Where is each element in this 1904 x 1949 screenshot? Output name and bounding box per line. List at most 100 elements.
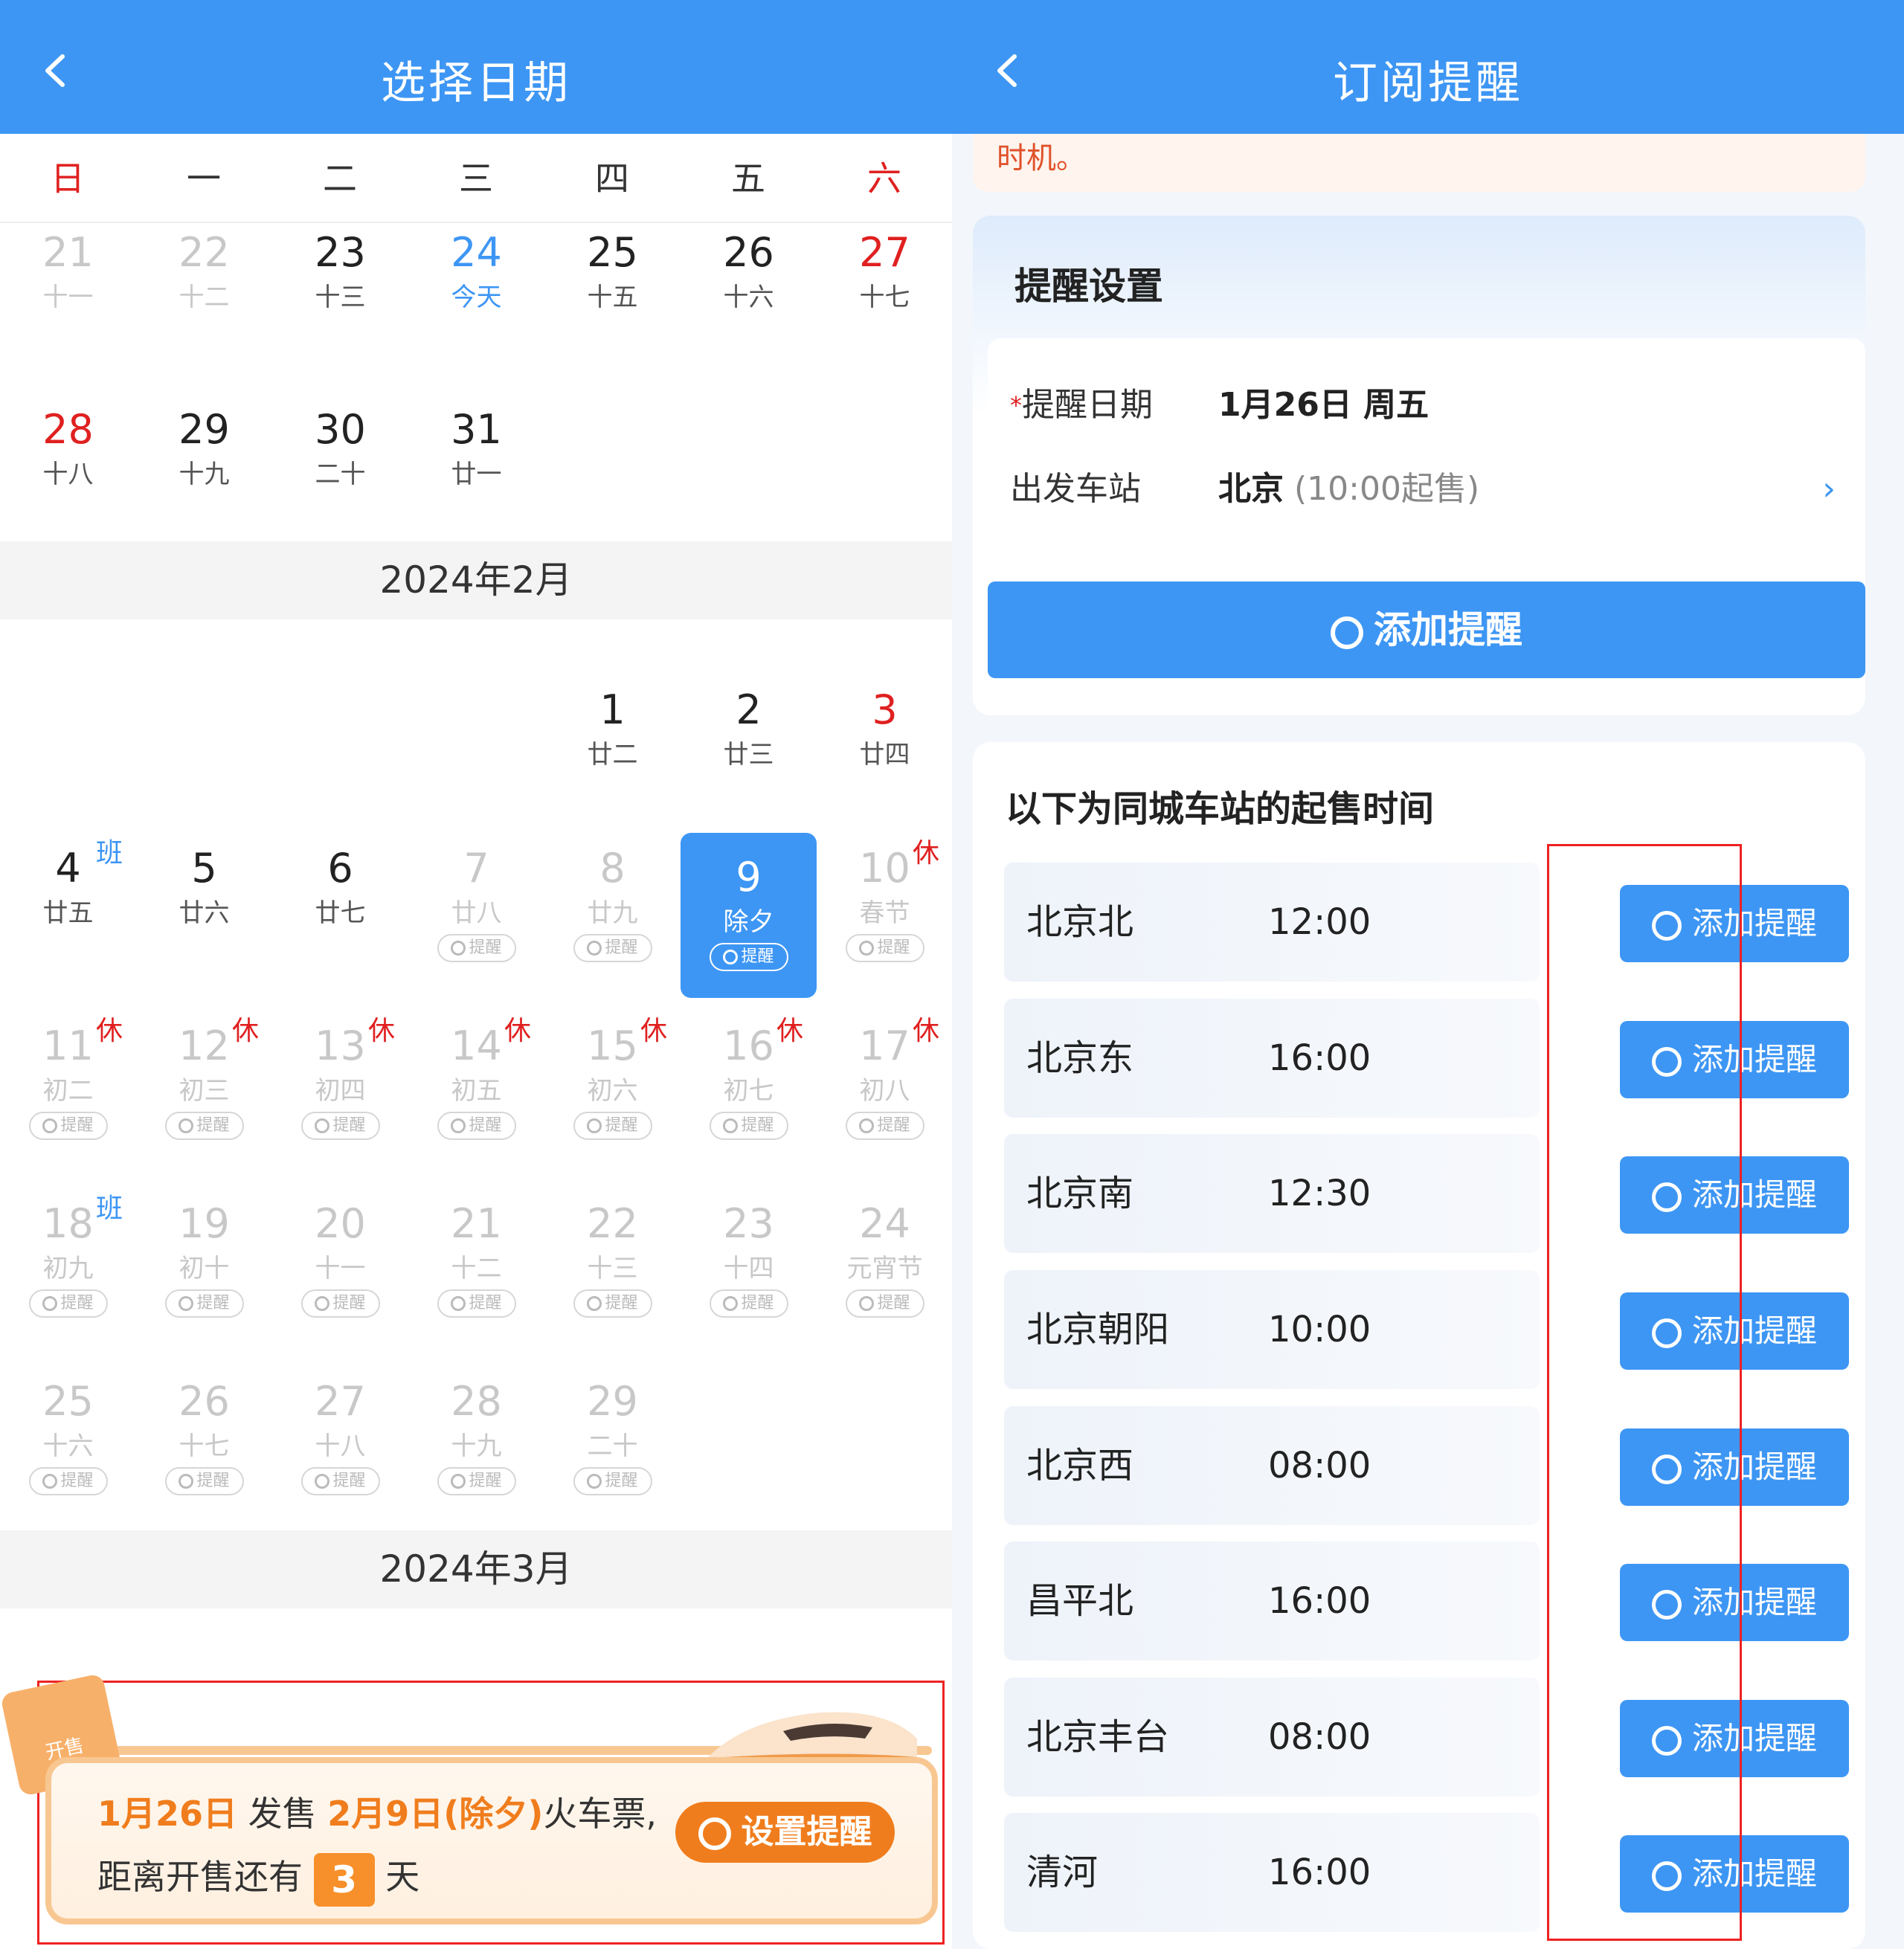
day-cell[interactable]: 28 十九 提醒 — [408, 1357, 544, 1528]
remind-chip[interactable]: 提醒 — [437, 934, 516, 962]
day-cell[interactable]: 27 十八 提醒 — [272, 1357, 408, 1528]
day-cell[interactable]: 25 十六 提醒 — [0, 1357, 136, 1528]
remind-chip[interactable]: 提醒 — [573, 1112, 652, 1140]
day-cell[interactable]: 24 元宵节 提醒 — [817, 1179, 952, 1350]
station-add-reminder-button[interactable]: 添加提醒 — [1620, 1835, 1849, 1913]
alarm-clock-icon — [451, 1296, 466, 1311]
day-cell[interactable]: 1 廿二 — [544, 666, 681, 837]
day-cell[interactable]: 7 廿八 提醒 — [408, 824, 544, 995]
day-cell[interactable]: 28 十八 — [0, 385, 136, 556]
departure-station-row[interactable]: 出发车站 北京 (10:00起售) — [1010, 460, 1843, 519]
set-reminder-button[interactable]: 设置提醒 — [675, 1802, 895, 1863]
station-add-reminder-button[interactable]: 添加提醒 — [1620, 1156, 1849, 1234]
banner-sale-text: 1月26日 发售 2月9日(除夕)火车票, — [97, 1794, 657, 1834]
remind-chip[interactable]: 提醒 — [845, 1112, 924, 1140]
day-cell[interactable]: 26 十六 — [681, 208, 817, 379]
station-row: 北京北 12:00 添加提醒 — [1004, 863, 1852, 982]
weekday-thu: 四 — [595, 158, 629, 199]
remind-chip[interactable]: 提醒 — [28, 1112, 108, 1140]
holiday-tag: 休 — [912, 1016, 939, 1046]
day-cell[interactable]: 30 二十 — [272, 385, 408, 556]
remind-chip[interactable]: 提醒 — [845, 934, 924, 962]
remind-chip[interactable]: 提醒 — [300, 1289, 380, 1318]
day-cell[interactable]: 21 十二 提醒 — [408, 1179, 544, 1350]
holiday-tag: 休 — [640, 1016, 667, 1046]
alarm-clock-icon — [723, 950, 739, 964]
station-row: 北京丰台 08:00 添加提醒 — [1004, 1678, 1852, 1797]
day-cell[interactable]: 11 初二休提醒 — [0, 1002, 136, 1173]
day-cell[interactable]: 25 十五 — [544, 208, 681, 379]
remind-chip[interactable]: 提醒 — [845, 1289, 924, 1318]
remind-chip[interactable]: 提醒 — [437, 1467, 516, 1495]
remind-chip[interactable]: 提醒 — [437, 1289, 516, 1318]
alarm-clock-icon — [587, 1118, 602, 1133]
day-cell[interactable]: 20 十一 提醒 — [272, 1179, 408, 1350]
workday-tag: 班 — [95, 1193, 123, 1224]
station-add-reminder-button[interactable]: 添加提醒 — [1620, 1700, 1849, 1777]
remind-chip[interactable]: 提醒 — [573, 1467, 652, 1495]
holiday-tag: 休 — [95, 1016, 123, 1046]
day-cell[interactable]: 13 初四休提醒 — [272, 1002, 408, 1173]
day-cell[interactable]: 16 初七休提醒 — [681, 1002, 817, 1173]
day-cell[interactable]: 31 廿一 — [408, 385, 544, 556]
chevron-right-icon[interactable]: › — [1822, 460, 1836, 519]
day-cell-today[interactable]: 24 今天 — [408, 208, 544, 379]
day-cell[interactable]: 10 春节休提醒 — [817, 824, 952, 995]
day-cell[interactable]: 29 二十 提醒 — [544, 1357, 681, 1528]
remind-chip[interactable]: 提醒 — [573, 1289, 652, 1318]
add-reminder-button[interactable]: 添加提醒 — [988, 582, 1865, 678]
station-add-reminder-button[interactable]: 添加提醒 — [1620, 1564, 1849, 1641]
station-row: 北京西 08:00 添加提醒 — [1004, 1406, 1852, 1525]
station-add-reminder-button[interactable]: 添加提醒 — [1620, 1428, 1849, 1506]
weekday-sun: 日 — [51, 158, 85, 199]
day-cell[interactable]: 26 十七 提醒 — [136, 1357, 272, 1528]
day-cell[interactable]: 6 廿七 — [272, 824, 408, 995]
station-row: 清河 16:00 添加提醒 — [1004, 1813, 1852, 1932]
day-cell-selected[interactable]: 9 除夕 提醒 — [681, 833, 817, 998]
alarm-clock-icon — [859, 941, 875, 956]
remind-chip[interactable]: 提醒 — [28, 1289, 108, 1318]
alarm-clock-icon — [42, 1296, 58, 1311]
remind-chip[interactable]: 提醒 — [300, 1112, 380, 1140]
remind-chip[interactable]: 提醒 — [164, 1289, 244, 1318]
alarm-clock-icon — [451, 1474, 466, 1489]
alarm-clock-icon — [1651, 1046, 1682, 1077]
remind-chip[interactable]: 提醒 — [709, 1289, 788, 1318]
day-cell[interactable]: 14 初五休提醒 — [408, 1002, 544, 1173]
day-cell[interactable]: 29 十九 — [136, 385, 272, 556]
day-cell[interactable]: 18 初九班提醒 — [0, 1179, 136, 1350]
subscribe-header: 订阅提醒 — [952, 0, 1904, 134]
remind-chip[interactable]: 提醒 — [164, 1467, 244, 1495]
day-cell[interactable]: 27 十七 — [817, 208, 952, 379]
day-cell[interactable]: 3 廿四 — [817, 666, 952, 837]
departure-station-value: 北京 — [1218, 470, 1284, 508]
day-cell[interactable]: 4 廿五班 — [0, 824, 136, 995]
day-cell[interactable]: 23 十四 提醒 — [681, 1179, 817, 1350]
remind-chip[interactable]: 提醒 — [28, 1467, 108, 1495]
day-cell[interactable]: 22 十三 提醒 — [544, 1179, 681, 1350]
day-cell[interactable]: 12 初三休提醒 — [136, 1002, 272, 1173]
remind-chip[interactable]: 提醒 — [300, 1467, 380, 1495]
sale-time-hint: (10:00起售) — [1294, 470, 1480, 508]
remind-chip[interactable]: 提醒 — [437, 1112, 516, 1140]
stations-title: 以下为同城车站的起售时间 — [1006, 788, 1435, 830]
station-add-reminder-button[interactable]: 添加提醒 — [1620, 1021, 1849, 1098]
holiday-tag: 休 — [504, 1016, 531, 1046]
remind-chip[interactable]: 提醒 — [709, 943, 788, 971]
remind-chip[interactable]: 提醒 — [573, 934, 652, 962]
day-cell[interactable]: 5 廿六 — [136, 824, 272, 995]
station-add-reminder-button[interactable]: 添加提醒 — [1620, 1292, 1849, 1370]
day-cell[interactable]: 2 廿三 — [681, 666, 817, 837]
remind-chip[interactable]: 提醒 — [709, 1112, 788, 1140]
day-cell[interactable]: 15 初六休提醒 — [544, 1002, 681, 1173]
day-cell[interactable]: 17 初八休提醒 — [817, 1002, 952, 1173]
day-cell[interactable]: 19 初十 提醒 — [136, 1179, 272, 1350]
station-add-reminder-button[interactable]: 添加提醒 — [1620, 885, 1849, 962]
remind-chip[interactable]: 提醒 — [164, 1112, 244, 1140]
alarm-clock-icon — [451, 1118, 466, 1133]
day-cell[interactable]: 23 十三 — [272, 208, 408, 379]
weekday-tue: 二 — [323, 158, 357, 199]
alarm-clock-icon — [859, 1296, 875, 1311]
day-cell[interactable]: 8 廿九 提醒 — [544, 824, 681, 995]
alarm-clock-icon — [178, 1474, 194, 1489]
